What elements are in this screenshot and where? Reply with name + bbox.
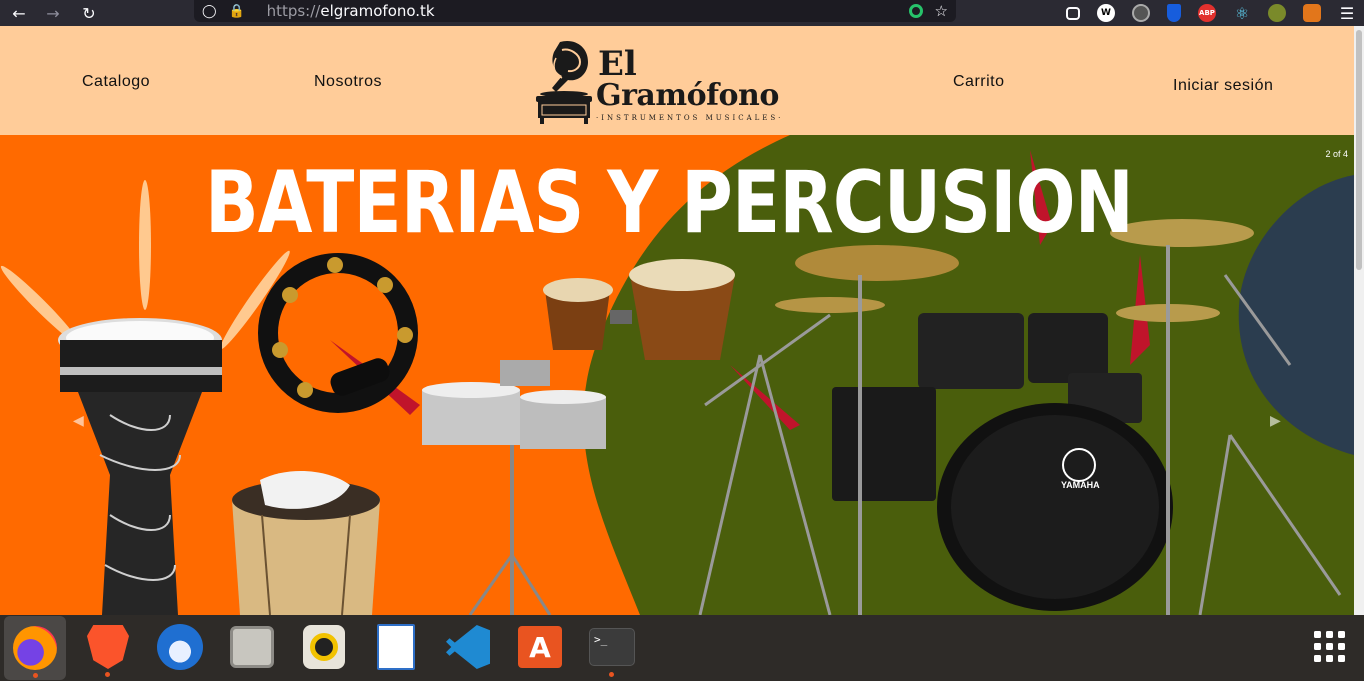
react-icon[interactable]: ⚛	[1233, 4, 1251, 23]
back-icon[interactable]: ←	[6, 2, 32, 24]
tambourine	[258, 253, 418, 413]
files-icon[interactable]	[228, 623, 276, 671]
site-logo[interactable]: El Gramófono ·INSTRUMENTOS MUSICALES·	[532, 36, 802, 128]
browser-toolbar: ← → ↻ ◯ 🔒 https://elgramofono.tk ☆ W ABP…	[0, 0, 1364, 26]
page-scrollbar[interactable]	[1354, 26, 1364, 615]
drum-brand-label: YAMAHA	[1061, 480, 1100, 490]
thunderbird-icon[interactable]	[156, 623, 204, 671]
brave-icon[interactable]	[84, 623, 132, 677]
reload-icon[interactable]: ↻	[76, 2, 102, 24]
site-header: Catalogo Nosotros El Gramófono ·INSTRUME…	[0, 26, 1354, 135]
nav-cart-link[interactable]: Carrito	[953, 73, 1005, 91]
carousel-prev-icon[interactable]: ◀	[73, 413, 84, 429]
rhythmbox-icon[interactable]	[300, 623, 348, 671]
metamask-icon[interactable]	[1303, 4, 1321, 22]
w-icon[interactable]: W	[1097, 4, 1115, 22]
slide-title: BATERIAS Y PERCUSION	[205, 153, 1134, 253]
abp-icon[interactable]: ABP	[1198, 4, 1216, 22]
darbuka-drum	[58, 318, 222, 615]
menu-icon[interactable]: ☰	[1338, 4, 1356, 23]
hero-carousel[interactable]: BATERIAS Y PERCUSION 2 of 4 YAMAHA ◀ ▶	[0, 135, 1354, 615]
carousel-next-icon[interactable]: ▶	[1270, 413, 1281, 429]
nav-catalog-link[interactable]: Catalogo	[82, 73, 150, 91]
gramophone-icon	[536, 40, 592, 124]
url-text[interactable]: https://elgramofono.tk	[267, 2, 435, 20]
firefox-icon[interactable]	[4, 616, 66, 680]
forward-icon[interactable]: →	[40, 2, 66, 24]
scrollbar-thumb[interactable]	[1356, 30, 1362, 270]
bitwarden-icon[interactable]	[1167, 4, 1181, 22]
conga-drum	[232, 470, 380, 615]
show-apps-icon[interactable]	[1306, 623, 1354, 671]
extensions-toolbar: W ABP ⚛ ☰	[1066, 0, 1356, 26]
sync-icon[interactable]	[1132, 4, 1150, 22]
vscode-icon[interactable]	[444, 623, 492, 671]
taskbar-dock: A >_	[0, 615, 1364, 681]
timbales	[422, 360, 606, 615]
nav-login-link[interactable]: Iniciar sesión	[1173, 77, 1273, 95]
app-center-icon[interactable]: A	[516, 623, 564, 671]
logo-tagline: ·INSTRUMENTOS MUSICALES·	[596, 114, 784, 122]
bookmark-star-icon[interactable]: ☆	[935, 2, 948, 20]
logo-text-gramofono: Gramófono	[596, 78, 779, 113]
leaf-icon[interactable]	[1268, 4, 1286, 22]
tracking-shield-icon[interactable]: ◯	[202, 4, 217, 19]
lock-icon[interactable]: 🔒	[229, 4, 245, 19]
nav-about-link[interactable]: Nosotros	[314, 73, 382, 91]
address-bar[interactable]: ◯ 🔒 https://elgramofono.tk ☆	[194, 0, 956, 22]
extension-green-icon[interactable]	[908, 4, 923, 18]
pocket-icon[interactable]	[1066, 6, 1080, 20]
terminal-icon[interactable]: >_	[588, 623, 636, 677]
libreoffice-impress-icon[interactable]	[372, 623, 420, 671]
slide-counter: 2 of 4	[1325, 149, 1348, 159]
